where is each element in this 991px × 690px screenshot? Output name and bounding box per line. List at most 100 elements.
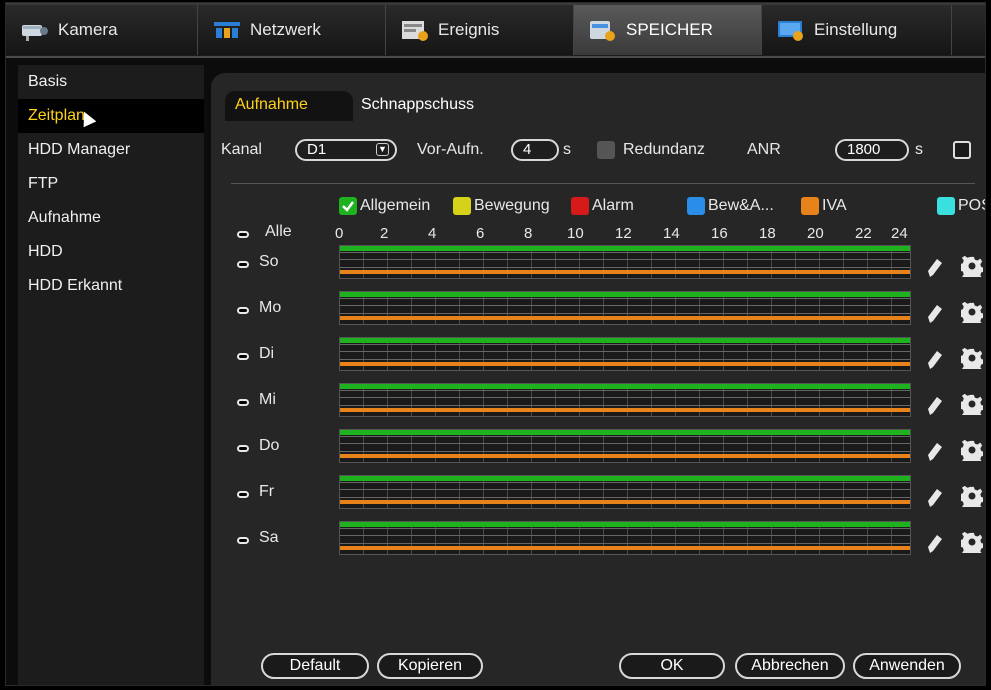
- check-icon: [339, 197, 357, 215]
- legend-swatch: [687, 197, 705, 215]
- ok-button[interactable]: OK: [619, 653, 725, 679]
- select-all-toggle[interactable]: [237, 231, 249, 238]
- legend-iva[interactable]: IVA: [801, 197, 847, 215]
- day-label: Do: [259, 437, 280, 454]
- event-icon: [400, 18, 430, 42]
- kanal-value: D1: [307, 141, 327, 158]
- day-label: So: [259, 253, 279, 270]
- tab-ereignis[interactable]: Ereignis: [386, 5, 574, 55]
- pencil-icon[interactable]: [927, 487, 943, 509]
- tab-ereignis-label: Ereignis: [438, 20, 500, 39]
- camera-icon: [20, 18, 50, 42]
- hour-label: 12: [615, 225, 632, 242]
- tab-speicher-label: SPEICHER: [626, 20, 713, 39]
- timeline-mi[interactable]: [339, 383, 911, 417]
- sidebar-item-hdd-manager[interactable]: HDD Manager: [18, 133, 204, 167]
- legend-swatch: [937, 197, 955, 215]
- day-toggle[interactable]: [237, 307, 249, 314]
- day-label: Mo: [259, 299, 282, 316]
- gear-icon[interactable]: [960, 301, 984, 328]
- sidebar-item-hdd[interactable]: HDD: [18, 235, 204, 269]
- tab-einstellung[interactable]: Einstellung: [762, 5, 952, 55]
- timeline-so[interactable]: [339, 245, 911, 279]
- gear-icon[interactable]: [960, 347, 984, 374]
- sidebar-item-label: HDD Erkannt: [28, 277, 123, 294]
- legend-label: IVA: [822, 197, 847, 214]
- tab-speicher[interactable]: SPEICHER: [574, 5, 762, 55]
- divider: [231, 183, 975, 184]
- sidebar-item-hdd-erkannt[interactable]: HDD Erkannt: [18, 269, 204, 303]
- legend-label: Alarm: [592, 197, 634, 214]
- legend-allgemein[interactable]: Allgemein: [339, 197, 430, 215]
- timeline-mo[interactable]: [339, 291, 911, 325]
- sidebar-item-basis[interactable]: Basis: [18, 65, 204, 99]
- redundanz-checkbox[interactable]: [597, 141, 615, 159]
- anr-label: ANR: [747, 141, 781, 158]
- anr-input[interactable]: 1800: [835, 139, 909, 161]
- sidebar-item-label: Zeitplan: [28, 107, 85, 124]
- sidebar-item-label: HDD: [28, 243, 63, 260]
- top-nav: Kamera Netzwerk Ereignis SPEICHER Einste…: [6, 3, 985, 58]
- anwenden-button[interactable]: Anwenden: [853, 653, 961, 679]
- tab-kamera-label: Kamera: [58, 20, 118, 39]
- pencil-icon[interactable]: [927, 303, 943, 325]
- gear-icon[interactable]: [960, 255, 984, 282]
- dvr-window: Kamera Netzwerk Ereignis SPEICHER Einste…: [5, 2, 986, 686]
- day-label: Sa: [259, 529, 279, 546]
- timeline-sa[interactable]: [339, 521, 911, 555]
- day-label: Di: [259, 345, 275, 362]
- legend-alarm[interactable]: Alarm: [571, 197, 634, 215]
- gear-icon[interactable]: [960, 393, 984, 420]
- gear-icon[interactable]: [960, 439, 984, 466]
- day-toggle[interactable]: [237, 261, 249, 268]
- legend-swatch: [453, 197, 471, 215]
- day-toggle[interactable]: [237, 399, 249, 406]
- sidebar-item-label: HDD Manager: [28, 141, 131, 158]
- legend-label: POS: [958, 197, 985, 214]
- pencil-icon[interactable]: [927, 349, 943, 371]
- subtab-schnappschuss[interactable]: Schnappschuss: [351, 91, 484, 121]
- pencil-icon[interactable]: [927, 441, 943, 463]
- timeline-do[interactable]: [339, 429, 911, 463]
- subtab-aufnahme[interactable]: Aufnahme: [225, 91, 353, 121]
- timeline-di[interactable]: [339, 337, 911, 371]
- legend-pos[interactable]: POS: [937, 197, 985, 215]
- anr-unit: s: [915, 141, 923, 158]
- day-toggle[interactable]: [237, 445, 249, 452]
- default-button[interactable]: Default: [261, 653, 369, 679]
- schedule-panel: Aufnahme Schnappschuss Kanal D1 ▼ Vor-Au…: [211, 73, 985, 685]
- day-toggle[interactable]: [237, 537, 249, 544]
- timeline-fr[interactable]: [339, 475, 911, 509]
- redundanz-label: Redundanz: [623, 141, 705, 158]
- hour-label: 22: [855, 225, 872, 242]
- kopieren-button[interactable]: Kopieren: [377, 653, 483, 679]
- kanal-select[interactable]: D1 ▼: [295, 139, 397, 161]
- hour-label: 2: [380, 225, 389, 242]
- pencil-icon[interactable]: [927, 533, 943, 555]
- alle-label: Alle: [265, 223, 292, 240]
- legend-bew-alarm[interactable]: Bew&A...: [687, 197, 774, 215]
- day-toggle[interactable]: [237, 353, 249, 360]
- gear-icon[interactable]: [960, 531, 984, 558]
- abbrechen-button[interactable]: Abbrechen: [735, 653, 845, 679]
- sidebar-item-aufnahme[interactable]: Aufnahme: [18, 201, 204, 235]
- pencil-icon[interactable]: [927, 257, 943, 279]
- tab-overflow[interactable]: [952, 5, 985, 55]
- vor-aufn-label: Vor-Aufn.: [417, 141, 484, 158]
- day-toggle[interactable]: [237, 491, 249, 498]
- sidebar-item-ftp[interactable]: FTP: [18, 167, 204, 201]
- anr-checkbox[interactable]: [953, 141, 971, 159]
- sidebar: Basis Zeitplan HDD Manager FTP Aufnahme …: [18, 65, 204, 685]
- vor-aufn-input[interactable]: 4: [511, 139, 559, 161]
- gear-icon[interactable]: [960, 485, 984, 512]
- day-label: Mi: [259, 391, 276, 408]
- tab-kamera[interactable]: Kamera: [6, 5, 198, 55]
- sidebar-item-zeitplan[interactable]: Zeitplan: [18, 99, 204, 133]
- hour-label: 4: [428, 225, 437, 242]
- pencil-icon[interactable]: [927, 395, 943, 417]
- hour-label: 0: [335, 225, 344, 242]
- sidebar-item-label: Basis: [28, 73, 68, 90]
- hour-label: 10: [567, 225, 584, 242]
- legend-bewegung[interactable]: Bewegung: [453, 197, 550, 215]
- tab-netzwerk[interactable]: Netzwerk: [198, 5, 386, 55]
